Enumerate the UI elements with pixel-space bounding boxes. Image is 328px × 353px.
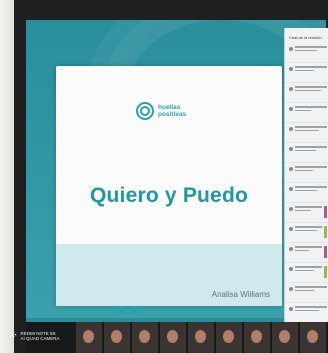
logo-text: huellas positivas <box>158 104 187 118</box>
camera-watermark: ⁘ REDMI NOTE 9S AI QUAD CAMERA <box>10 330 60 341</box>
chat-message <box>285 223 328 243</box>
instagram-icon <box>118 306 126 314</box>
chat-message <box>285 43 328 63</box>
chat-message <box>285 203 328 223</box>
chat-message <box>285 63 328 83</box>
camera-watermark-icon: ⁘ <box>10 330 18 340</box>
avatar <box>289 187 293 191</box>
participant-tile[interactable] <box>244 322 270 353</box>
participant-strip <box>26 322 328 353</box>
presentation-slide: huellas positivas Quiero y Puedo Analisa… <box>56 66 282 306</box>
avatar <box>289 207 293 211</box>
watermark-line-2: AI QUAD CAMERA <box>20 335 60 341</box>
avatar <box>289 107 293 111</box>
avatar <box>289 127 293 131</box>
chat-title: Chat de la reunión <box>289 35 322 40</box>
presenter-name: Analisa Williams <box>211 290 270 299</box>
avatar <box>289 267 293 271</box>
status-bar <box>324 206 327 218</box>
facebook-icon <box>130 306 138 314</box>
chat-message <box>285 283 328 303</box>
chat-message <box>285 83 328 103</box>
participant-tile[interactable] <box>160 322 186 353</box>
avatar <box>289 147 293 151</box>
chat-message <box>285 303 328 323</box>
avatar <box>289 67 293 71</box>
avatar <box>289 167 293 171</box>
fingerprint-logo-icon <box>136 102 154 120</box>
chat-panel: Chat de la reunión <box>284 28 328 350</box>
chat-message <box>285 123 328 143</box>
chat-message <box>285 143 328 163</box>
status-bar <box>324 266 327 278</box>
avatar <box>289 247 293 251</box>
chat-message <box>285 103 328 123</box>
avatar <box>289 227 293 231</box>
watermark-line-1: REDMI NOTE 9S <box>20 330 56 336</box>
participant-tile[interactable] <box>132 322 158 353</box>
brand-logo: huellas positivas <box>136 102 192 120</box>
chat-message <box>285 163 328 183</box>
avatar <box>289 307 293 311</box>
chat-message <box>285 183 328 203</box>
participant-tile[interactable] <box>272 322 298 353</box>
participant-tile[interactable] <box>188 322 214 353</box>
status-bar <box>324 246 327 258</box>
avatar <box>289 87 293 91</box>
monitor-screen: huellas positivas Quiero y Puedo Analisa… <box>26 20 326 350</box>
social-links <box>118 306 138 314</box>
chat-message <box>285 263 328 283</box>
participant-tile[interactable] <box>300 322 326 353</box>
slide-title: Quiero y Puedo <box>90 184 248 207</box>
participant-tile[interactable] <box>76 322 102 353</box>
participant-tile[interactable] <box>104 322 130 353</box>
status-bar <box>324 226 327 238</box>
chat-message <box>285 243 328 263</box>
avatar <box>289 47 293 51</box>
participant-tile[interactable] <box>216 322 242 353</box>
avatar <box>289 287 293 291</box>
